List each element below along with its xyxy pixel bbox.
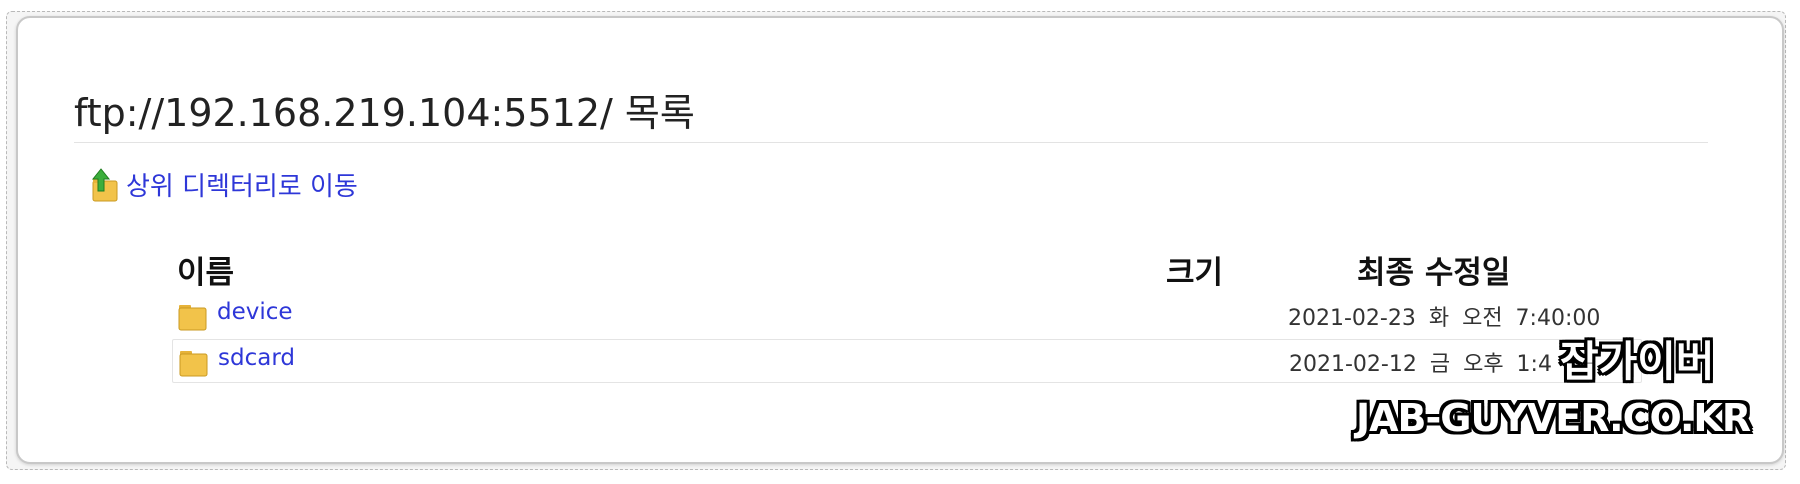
title-divider	[74, 142, 1708, 143]
watermark-english: JAB-GUYVER.CO.KR	[1356, 396, 1751, 440]
file-modified-date: 2021-02-12 금 오후 1:4	[1289, 352, 1552, 377]
table-row[interactable]: sdcard 2021-02-12 금 오후 1:4	[172, 339, 1642, 383]
file-name-link[interactable]: sdcard	[218, 345, 295, 371]
column-header-size: 크기	[1166, 255, 1224, 291]
column-header-name: 이름	[177, 255, 235, 291]
file-name-link[interactable]: device	[217, 299, 293, 325]
folder-icon	[178, 305, 207, 331]
column-header-modified: 최종 수정일	[1357, 255, 1511, 291]
parent-directory-link[interactable]: 상위 디렉터리로 이동	[90, 166, 358, 203]
folder-icon	[179, 351, 208, 377]
watermark-korean: 잡가이버	[1560, 337, 1715, 386]
folder-up-arrow-icon	[91, 167, 118, 201]
page-title: ftp://192.168.219.104:5512/ 목록	[74, 91, 695, 135]
file-modified-date: 2021-02-23 화 오전 7:40:00	[1288, 306, 1601, 331]
parent-directory-label: 상위 디렉터리로 이동	[126, 172, 358, 202]
table-row[interactable]: device 2021-02-23 화 오전 7:40:00	[172, 294, 1642, 338]
